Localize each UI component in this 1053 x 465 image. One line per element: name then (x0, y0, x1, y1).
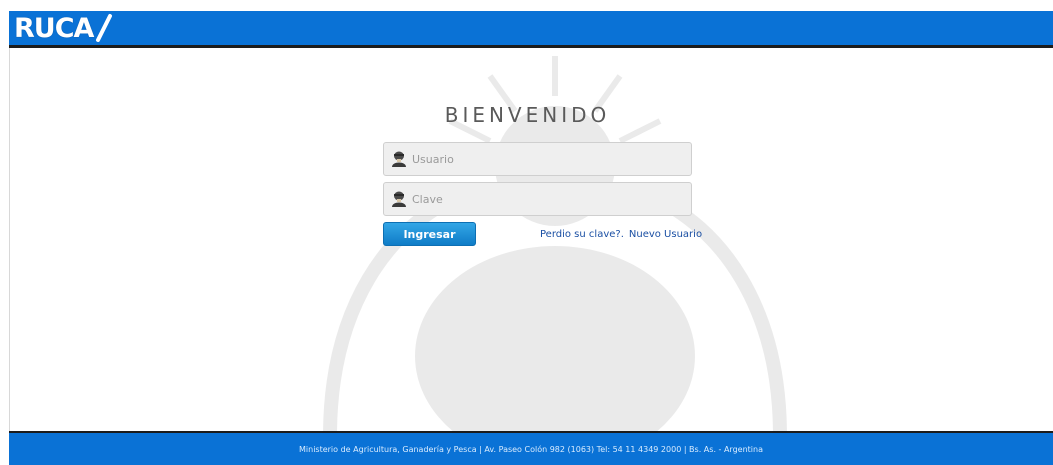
logo-slash-icon (96, 14, 113, 42)
password-field[interactable] (383, 182, 692, 216)
forgot-password-link[interactable]: Perdio su clave?. (540, 229, 624, 240)
password-input[interactable] (412, 183, 691, 215)
user-icon (392, 191, 406, 207)
new-user-link[interactable]: Nuevo Usuario (629, 229, 702, 240)
logo-text: RUCA (14, 13, 94, 44)
username-field[interactable] (383, 142, 692, 176)
header: RUCA (0, 0, 1053, 48)
header-bar (9, 11, 1053, 45)
user-icon (392, 151, 406, 167)
ruca-logo[interactable]: RUCA (14, 6, 113, 42)
footer: Ministerio de Agricultura, Ganadería y P… (9, 431, 1053, 465)
page-title: BIENVENIDO (444, 103, 611, 127)
account-links: Perdio su clave?. Nuevo Usuario (540, 229, 702, 240)
main-content: BIENVENIDO (9, 48, 1053, 431)
footer-text: Ministerio de Agricultura, Ganadería y P… (299, 444, 763, 454)
username-input[interactable] (412, 143, 691, 175)
login-button[interactable]: Ingresar (383, 222, 476, 246)
